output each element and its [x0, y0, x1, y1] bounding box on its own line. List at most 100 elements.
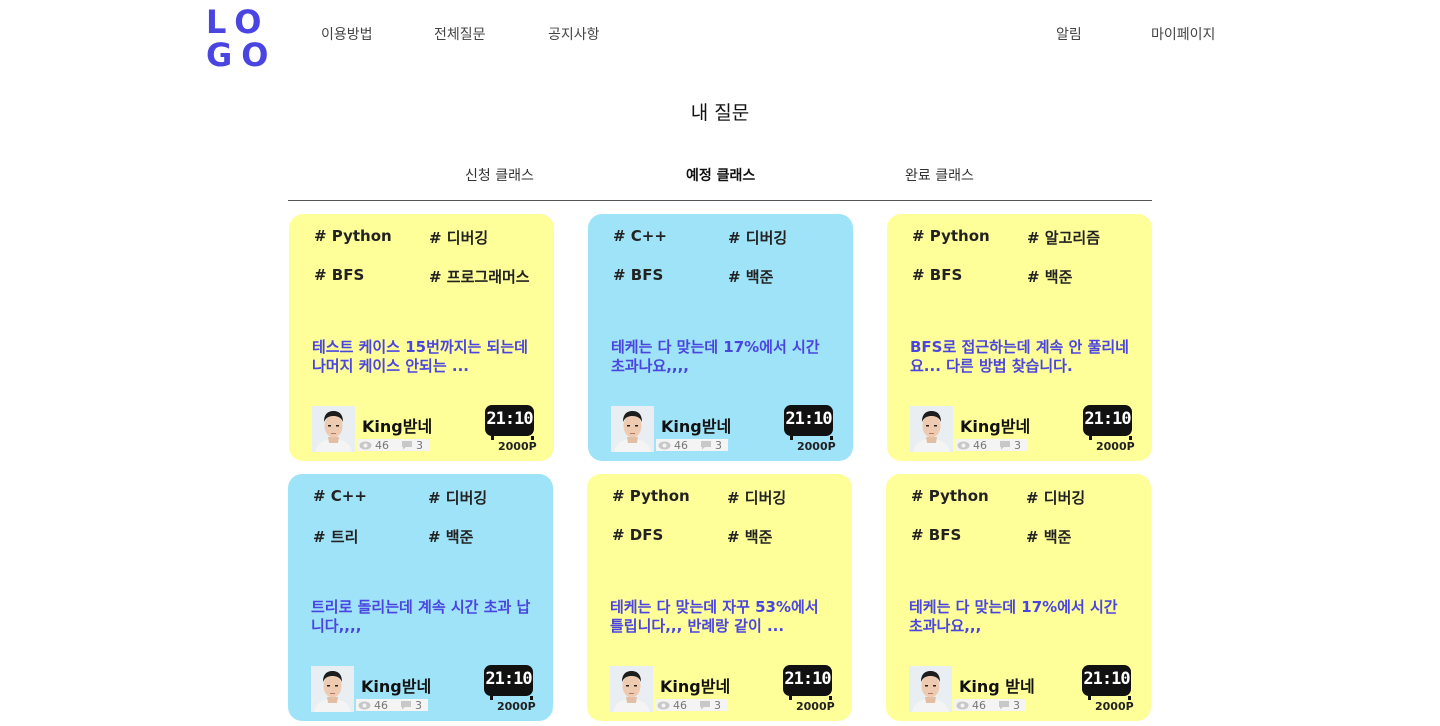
tab-scheduled-class[interactable]: 예정 클래스	[686, 165, 755, 185]
card-stats: 46 3	[357, 438, 429, 452]
view-count: 46	[375, 438, 389, 452]
tag: # 알고리즘	[1027, 229, 1100, 247]
avatar	[909, 666, 952, 712]
comment-count: 3	[415, 698, 422, 712]
avatar	[611, 406, 654, 452]
question-card-1[interactable]: # Python # 디버깅 # BFS # 프로그래머스 테스트 케이스 15…	[289, 214, 554, 461]
tag: # Python	[911, 487, 989, 505]
avatar	[610, 666, 653, 712]
logo-line-1: LO	[206, 3, 271, 41]
question-text: 테케는 다 맞는데 자꾸 53%에서 틀립니다,,, 반례랑 같이 ...	[610, 598, 819, 635]
page-title: 내 질문	[690, 102, 750, 124]
tag: # 디버깅	[429, 229, 489, 247]
nav-notices[interactable]: 공지사항	[548, 24, 600, 44]
tag: # 트리	[313, 528, 359, 546]
question-card-5[interactable]: # Python # 디버깅 # DFS # 백준 테케는 다 맞는데 자꾸 5…	[587, 474, 852, 721]
question-card-2[interactable]: # C++ # 디버깅 # BFS # 백준 테케는 다 맞는데 17%에서 시…	[588, 214, 853, 461]
reward-points: 2000P	[1096, 440, 1135, 453]
eye-icon	[956, 699, 969, 711]
tab-applied-class[interactable]: 신청 클래스	[465, 165, 534, 185]
nav-how-to-use[interactable]: 이용방법	[321, 24, 373, 44]
card-stats: 46 3	[356, 698, 428, 712]
comment-count: 3	[715, 438, 722, 452]
reward-points: 2000P	[797, 440, 836, 453]
view-count: 46	[973, 438, 987, 452]
author-name: King 받네	[959, 677, 1035, 696]
comment-count: 3	[1013, 698, 1020, 712]
comment-icon	[401, 439, 413, 451]
question-text: 트리로 돌리는데 계속 시간 초과 납니다,,,,	[311, 598, 531, 635]
card-stats: 46 3	[656, 438, 728, 452]
comment-count: 3	[714, 698, 721, 712]
tag: # 디버깅	[1026, 489, 1086, 507]
question-text: 테스트 케이스 15번까지는 되는데 나머지 케이스 안되는 ...	[312, 338, 528, 375]
author-name: King받네	[361, 677, 432, 696]
view-count: 46	[374, 698, 388, 712]
question-card-6[interactable]: # Python # 디버깅 # BFS # 백준 테케는 다 맞는데 17%에…	[886, 474, 1151, 721]
view-count: 46	[674, 438, 688, 452]
eye-icon	[658, 439, 671, 451]
eye-icon	[957, 439, 970, 451]
class-time: 21:10	[485, 405, 534, 440]
comment-icon	[999, 439, 1011, 451]
tag: # 백준	[1026, 528, 1072, 546]
tag: # 백준	[1027, 268, 1073, 286]
reward-points: 2000P	[497, 700, 536, 713]
tag: # C++	[313, 487, 367, 505]
avatar	[910, 406, 953, 452]
card-stats: 46 3	[955, 438, 1027, 452]
eye-icon	[657, 699, 670, 711]
class-time: 21:10	[484, 665, 533, 700]
class-time: 21:10	[1083, 405, 1132, 440]
class-time: 21:10	[784, 405, 833, 440]
avatar	[312, 406, 355, 452]
avatar	[311, 666, 354, 712]
author-name: King받네	[960, 417, 1031, 436]
question-card-4[interactable]: # C++ # 디버깅 # 트리 # 백준 트리로 돌리는데 계속 시간 초과 …	[288, 474, 553, 721]
view-count: 46	[972, 698, 986, 712]
card-stats: 46 3	[954, 698, 1026, 712]
tabs-divider	[288, 200, 1152, 201]
author-name: King받네	[660, 677, 731, 696]
card-stats: 46 3	[655, 698, 727, 712]
question-card-3[interactable]: # Python # 알고리즘 # BFS # 백준 BFS로 접근하는데 계속…	[887, 214, 1152, 461]
tag: # 디버깅	[428, 489, 488, 507]
tag: # BFS	[912, 266, 963, 284]
author-name: King받네	[362, 417, 433, 436]
tag: # BFS	[911, 526, 962, 544]
tab-completed-class[interactable]: 완료 클래스	[905, 165, 974, 185]
comment-icon	[699, 699, 711, 711]
comment-icon	[400, 699, 412, 711]
nav-notifications[interactable]: 알림	[1056, 24, 1082, 44]
comment-count: 3	[416, 438, 423, 452]
tag: # 백준	[728, 268, 774, 286]
comment-icon	[700, 439, 712, 451]
tag: # Python	[912, 227, 990, 245]
question-text: 테케는 다 맞는데 17%에서 시간 초과나요,,,,	[611, 338, 820, 375]
reward-points: 2000P	[1095, 700, 1134, 713]
tag: # 디버깅	[727, 489, 787, 507]
tag: # Python	[612, 487, 690, 505]
tag: # BFS	[613, 266, 664, 284]
logo[interactable]: LO GO	[206, 3, 278, 74]
eye-icon	[359, 439, 372, 451]
comment-count: 3	[1014, 438, 1021, 452]
view-count: 46	[673, 698, 687, 712]
tag: # 프로그래머스	[429, 268, 530, 286]
tag: # 백준	[727, 528, 773, 546]
comment-icon	[998, 699, 1010, 711]
reward-points: 2000P	[796, 700, 835, 713]
tag: # C++	[613, 227, 667, 245]
question-text: BFS로 접근하는데 계속 안 풀리네요... 다른 방법 찾습니다.	[910, 338, 1129, 375]
class-time: 21:10	[783, 665, 832, 700]
class-time: 21:10	[1082, 665, 1131, 700]
tag: # 디버깅	[728, 229, 788, 247]
reward-points: 2000P	[498, 440, 537, 453]
tag: # Python	[314, 227, 392, 245]
nav-all-questions[interactable]: 전체질문	[434, 24, 486, 44]
eye-icon	[358, 699, 371, 711]
tag: # DFS	[612, 526, 664, 544]
logo-line-2: GO	[206, 36, 278, 74]
question-text: 테케는 다 맞는데 17%에서 시간 초과나요,,,	[909, 598, 1118, 635]
nav-my-page[interactable]: 마이페이지	[1151, 24, 1215, 44]
